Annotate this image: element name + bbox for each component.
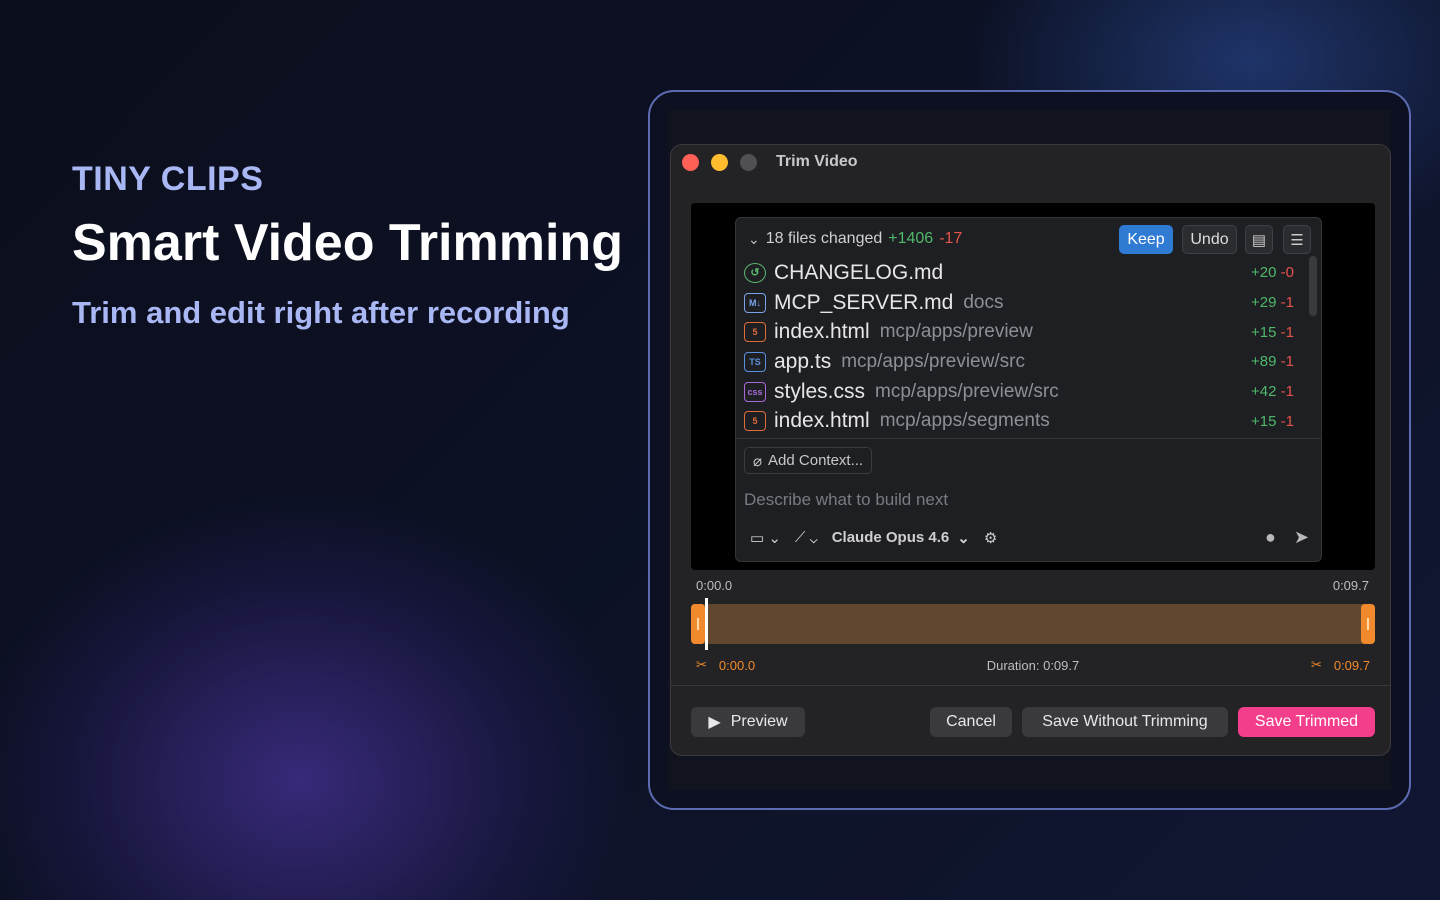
file-name: index.html [774, 409, 870, 433]
send-icon: ➤ [1293, 527, 1309, 547]
list-item: TS app.ts mcp/apps/preview/src +89 -1 [744, 347, 1304, 377]
file-diff: +29 -1 [1251, 294, 1294, 311]
headline: Smart Video Trimming [72, 214, 623, 272]
trim-end-value: 0:09.7 [1333, 657, 1370, 673]
markdown-icon: M↓ [744, 292, 766, 313]
list-item: 5 index.html mcp/apps/segments +15 -1 [744, 406, 1304, 436]
document-icon: ▤ [1245, 225, 1273, 254]
file-name: app.ts [774, 349, 832, 373]
file-name: CHANGELOG.md [774, 260, 944, 284]
hero: TINY CLIPS Smart Video Trimming Trim and… [72, 160, 623, 331]
html5-icon: 5 [744, 411, 766, 432]
subheadline: Trim and edit right after recording [72, 295, 570, 330]
add-context-button: ⌀ Add Context... [744, 447, 873, 474]
list-item: css styles.css mcp/apps/preview/src +42 … [744, 377, 1304, 407]
preview-label: Preview [730, 713, 788, 730]
tools-icon: ⚙ [983, 529, 998, 547]
undo-button: Undo [1182, 225, 1237, 254]
lines-removed: -17 [939, 230, 963, 247]
file-path: mcp/apps/preview [879, 321, 1033, 343]
file-added: +15 [1251, 412, 1277, 430]
play-icon: ▶ [708, 714, 721, 731]
typescript-icon: TS [744, 351, 766, 372]
divider [671, 685, 1390, 686]
trim-end-info: ✂ 0:09.7 [1311, 657, 1370, 673]
file-removed: -1 [1280, 383, 1294, 401]
trim-video-window: Trim Video ⌄ 18 files changed +1406 -17 … [670, 144, 1391, 756]
trim-start-value: 0:00.0 [718, 657, 756, 673]
timeline-start-time: 0:00.0 [696, 578, 733, 593]
duration-label: Duration: 0:09.7 [986, 657, 1080, 673]
file-name: MCP_SERVER.md [774, 290, 954, 314]
monitor-icon: ▭ ⌄ [750, 529, 781, 547]
file-removed: -1 [1280, 353, 1294, 371]
file-diff: +15 -1 [1251, 413, 1294, 430]
prompt-toolbar: ▭ ⌄ ⟋ ⌄ Claude Opus 4.6 ⌄ ⚙ ● ➤ [750, 527, 1309, 548]
trim-track[interactable] [691, 598, 1375, 650]
trim-info-row: ✂ 0:00.0 Duration: 0:09.7 ✂ 0:09.7 [696, 657, 1370, 673]
file-path: mcp/apps/preview/src [841, 350, 1025, 372]
paperclip-icon: ⌀ [753, 452, 763, 470]
changes-summary: ⌄ 18 files changed +1406 -17 [748, 230, 962, 248]
list-item: ↺ CHANGELOG.md +20 -0 [744, 258, 1304, 288]
minimize-window-button[interactable] [711, 154, 728, 171]
microphone-icon: ● [1265, 527, 1276, 547]
recorded-editor-panel: ⌄ 18 files changed +1406 -17 Keep Undo ▤… [735, 217, 1322, 562]
video-preview: ⌄ 18 files changed +1406 -17 Keep Undo ▤… [691, 203, 1375, 570]
playhead[interactable] [705, 598, 708, 650]
save-without-trimming-button[interactable]: Save Without Trimming [1022, 707, 1228, 737]
html5-icon: 5 [744, 322, 766, 343]
list-item: 5 index.html mcp/apps/preview +15 -1 [744, 317, 1304, 347]
file-removed: -0 [1280, 264, 1294, 282]
scrollbar-thumb [1309, 256, 1317, 316]
mode-icon: ⟋ ⌄ [794, 529, 818, 546]
list-item: M↓ MCP_SERVER.md docs +29 -1 [744, 288, 1304, 318]
trim-start-handle[interactable] [691, 604, 705, 644]
file-path: mcp/apps/segments [879, 410, 1050, 432]
file-added: +20 [1251, 264, 1277, 282]
file-name: index.html [774, 320, 870, 344]
file-added: +42 [1251, 383, 1277, 401]
window-title: Trim Video [776, 153, 858, 170]
trim-end-handle[interactable] [1361, 604, 1375, 644]
scissors-icon: ✂ [1310, 657, 1322, 672]
file-added: +29 [1251, 294, 1277, 312]
file-name: styles.css [774, 379, 866, 403]
cancel-button[interactable]: Cancel [930, 707, 1012, 737]
model-selector: Claude Opus 4.6 ⌄ [831, 529, 970, 547]
save-trimmed-button[interactable]: Save Trimmed [1238, 707, 1375, 737]
model-name: Claude Opus 4.6 [831, 529, 950, 546]
file-path: mcp/apps/preview/src [875, 380, 1059, 402]
divider [736, 438, 1321, 439]
file-diff: +42 -1 [1251, 383, 1294, 400]
file-removed: -1 [1280, 412, 1294, 430]
css-icon: css [744, 381, 766, 402]
file-removed: -1 [1280, 294, 1294, 312]
close-window-button[interactable] [682, 154, 699, 171]
trim-start-info: ✂ 0:00.0 [696, 657, 755, 673]
list-icon: ☰ [1283, 225, 1311, 254]
brand-name: TINY CLIPS [72, 160, 264, 198]
add-context-label: Add Context... [768, 452, 864, 469]
zoom-window-button[interactable] [740, 154, 757, 171]
lines-added: +1406 [888, 230, 934, 247]
chevron-down-icon: ⌄ [748, 230, 760, 247]
file-removed: -1 [1280, 323, 1294, 341]
file-added: +15 [1251, 323, 1277, 341]
keep-button: Keep [1119, 225, 1173, 254]
file-path: docs [963, 291, 1004, 313]
scissors-icon: ✂ [696, 657, 707, 672]
changed-files-list: ↺ CHANGELOG.md +20 -0 M↓ MCP_SERVER.md d… [744, 258, 1304, 436]
history-icon: ↺ [744, 262, 766, 283]
files-changed-label: 18 files changed [765, 230, 883, 247]
prompt-placeholder: Describe what to build next [744, 490, 949, 509]
preview-button[interactable]: ▶ Preview [691, 707, 805, 737]
timeline-end-time: 0:09.7 [1332, 578, 1369, 593]
file-added: +89 [1251, 353, 1277, 371]
file-diff: +89 -1 [1251, 353, 1294, 370]
file-diff: +15 -1 [1251, 324, 1294, 341]
file-diff: +20 -0 [1251, 264, 1294, 281]
